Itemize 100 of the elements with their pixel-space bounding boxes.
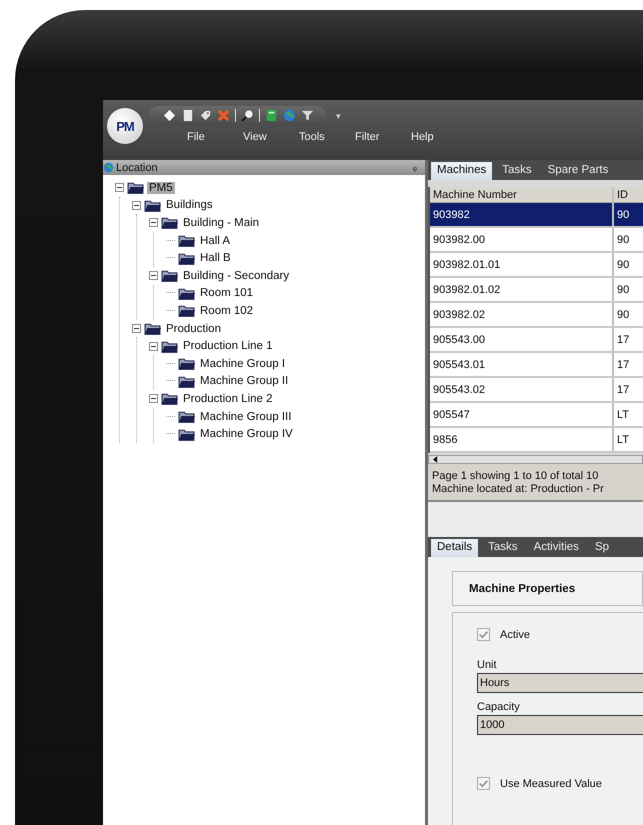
table-row[interactable]: 903982.01.01 90 xyxy=(430,253,643,278)
folder-icon xyxy=(178,234,195,248)
tree-item[interactable]: Machine Group II xyxy=(198,375,290,388)
folder-icon xyxy=(161,392,178,406)
filter-icon[interactable] xyxy=(301,109,314,122)
tree-item[interactable]: Production xyxy=(164,322,223,335)
table-row[interactable]: 903982.00 90 xyxy=(430,228,643,253)
table-row[interactable]: 905543.02 17 xyxy=(430,378,643,403)
table-row[interactable]: 903982.02 90 xyxy=(430,303,643,328)
tree-item[interactable]: Machine Group I xyxy=(198,358,288,370)
tree-item[interactable]: Room 101 xyxy=(198,287,256,300)
tab[interactable]: Activities xyxy=(528,539,585,557)
folder-icon xyxy=(178,286,195,300)
folder-icon xyxy=(161,340,178,353)
tab[interactable]: Details xyxy=(431,539,478,557)
table-row[interactable]: 905543.01 17 xyxy=(430,353,643,378)
tab[interactable]: Tasks xyxy=(496,162,538,180)
table-cell: 903982.01.01 xyxy=(430,253,614,276)
collapse-toggle[interactable] xyxy=(149,218,158,228)
globe-icon[interactable] xyxy=(283,109,296,122)
field-label: Capacity xyxy=(477,701,521,713)
left-arrow-icon[interactable] xyxy=(433,456,438,463)
toolbar-overflow-button[interactable]: ▾ xyxy=(336,110,341,120)
folder-icon xyxy=(161,216,178,230)
tree-item[interactable]: Room 102 xyxy=(198,304,256,317)
tree-item[interactable]: Hall A xyxy=(198,234,232,247)
table-cell: 9856 xyxy=(430,428,614,451)
tree-item[interactable]: Production Line 2 xyxy=(181,392,275,405)
table-cell: 905543.01 xyxy=(430,353,614,376)
pin-button[interactable]: ᵩ xyxy=(412,162,417,173)
table-row[interactable]: 903982.01.02 90 xyxy=(430,278,643,303)
table-cell: 905543.02 xyxy=(430,378,614,401)
collapse-toggle[interactable] xyxy=(132,200,141,210)
table-cell: 903982.01.02 xyxy=(430,278,614,301)
column-header[interactable]: ID xyxy=(614,188,628,200)
tree-item[interactable]: Building - Secondary xyxy=(181,270,292,282)
tree-item[interactable]: Hall B xyxy=(198,252,233,264)
group-title: Machine Properties xyxy=(469,582,576,594)
input-field[interactable]: Hours xyxy=(477,673,643,693)
collapse-toggle[interactable] xyxy=(115,183,124,192)
tab[interactable]: Sp xyxy=(588,539,616,557)
folder-icon xyxy=(127,181,144,194)
table-row[interactable]: 905547 LT xyxy=(430,403,643,428)
table-cell-text: 17 xyxy=(616,334,630,346)
search-icon[interactable] xyxy=(241,109,254,122)
tab[interactable]: Spare Parts xyxy=(542,162,614,180)
table-row[interactable]: 905543.00 17 xyxy=(430,328,643,353)
table-cell-text: 90 xyxy=(616,258,630,270)
checkbox[interactable] xyxy=(477,628,490,641)
page-icon[interactable] xyxy=(181,109,194,122)
table-cell-text: LT xyxy=(616,408,630,420)
folder-icon xyxy=(178,428,195,441)
table-row[interactable]: 903982 90 xyxy=(430,203,643,228)
checkbox-label: Active xyxy=(500,628,530,640)
status-text: Page 1 showing 1 to 10 of total 10 xyxy=(432,470,600,483)
folder-icon xyxy=(178,357,195,370)
table-cell-text: 90 xyxy=(616,284,630,296)
folder-icon xyxy=(178,410,195,424)
folder-icon xyxy=(144,322,161,336)
folder-icon xyxy=(178,252,195,265)
app-logo[interactable]: PM xyxy=(107,108,143,144)
diamond-icon[interactable] xyxy=(163,109,176,122)
tab[interactable]: Tasks xyxy=(482,539,524,557)
table-row[interactable]: 9856 LT xyxy=(430,428,643,453)
folder-icon xyxy=(161,269,178,282)
menu-item[interactable]: View xyxy=(243,131,299,143)
tree-item[interactable]: Building - Main xyxy=(181,216,262,229)
tree-item[interactable]: Machine Group IV xyxy=(198,428,295,440)
table-cell-text: 90 xyxy=(616,234,630,246)
globe-icon xyxy=(103,162,114,173)
table-cell: 903982.02 xyxy=(430,303,614,326)
table-cell-text: 17 xyxy=(616,358,630,370)
folder-icon xyxy=(178,374,195,388)
collapse-toggle[interactable] xyxy=(149,342,158,351)
table-cell-text: LT xyxy=(616,434,630,446)
input-field[interactable]: 1000 xyxy=(477,715,643,735)
collapse-toggle[interactable] xyxy=(149,271,158,280)
tree-item[interactable]: Production Line 1 xyxy=(181,340,275,352)
menu-item[interactable]: Filter xyxy=(355,131,411,143)
folder-icon xyxy=(178,304,195,318)
book-icon[interactable] xyxy=(265,109,278,122)
table-cell-text: 17 xyxy=(616,384,630,396)
collapse-toggle[interactable] xyxy=(149,394,158,404)
menu-item[interactable]: Help xyxy=(411,131,467,143)
table-cell: 903982 xyxy=(430,203,614,226)
folder-icon xyxy=(144,198,161,212)
tag-icon[interactable] xyxy=(199,109,212,122)
checkbox-label: Use Measured Value xyxy=(500,778,602,790)
panel-title: Location xyxy=(116,162,159,174)
tab[interactable]: Machines xyxy=(431,162,492,180)
tree-item[interactable]: Machine Group III xyxy=(198,410,294,423)
menu-item[interactable]: Tools xyxy=(299,131,355,143)
checkbox[interactable] xyxy=(477,777,490,790)
table-cell: 905547 xyxy=(430,403,614,426)
menu-item[interactable]: File xyxy=(187,131,243,143)
tree-item[interactable]: PM5 xyxy=(147,182,175,194)
horizontal-scrollbar[interactable] xyxy=(428,455,643,464)
collapse-toggle[interactable] xyxy=(132,324,141,334)
tree-item[interactable]: Buildings xyxy=(164,199,215,212)
table-cell-text: 90 xyxy=(616,208,630,220)
